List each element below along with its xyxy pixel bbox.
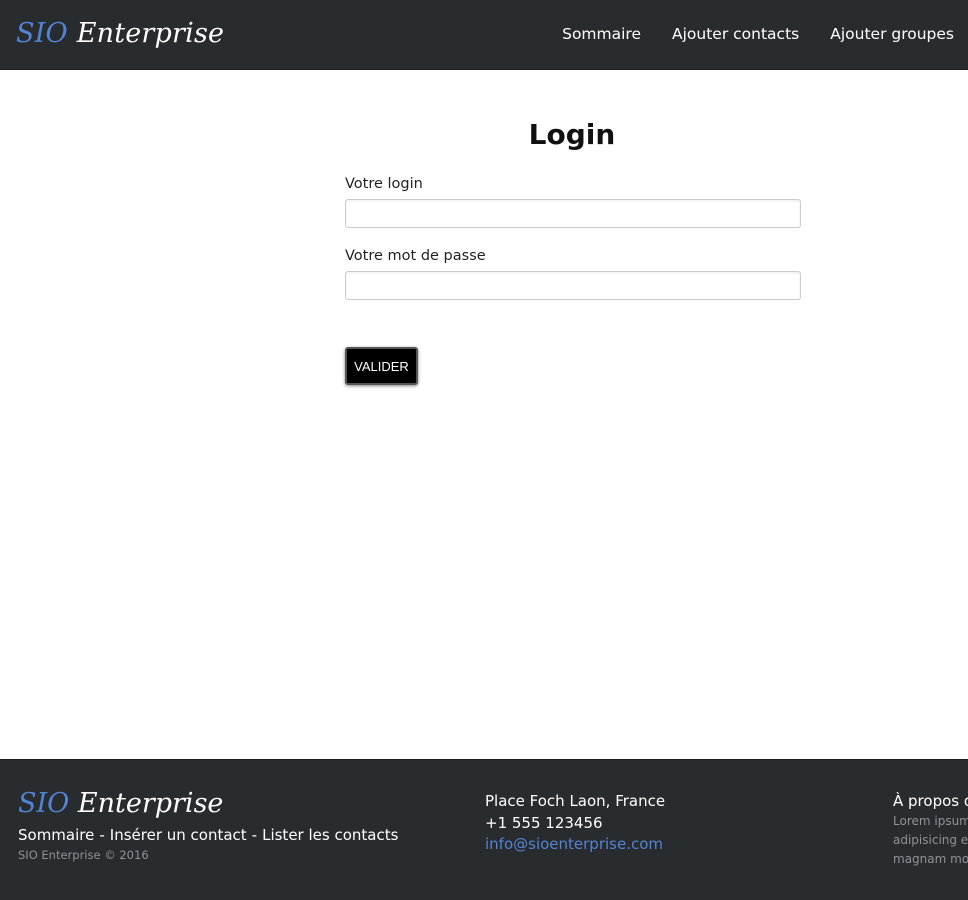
main-nav: Sommaire Ajouter contacts Ajouter groupe… — [562, 25, 954, 43]
contact-email-link[interactable]: info@sioenterprise.com — [485, 834, 665, 856]
brand-accent: SIO — [16, 18, 68, 49]
password-input[interactable] — [345, 271, 801, 300]
login-label: Votre login — [345, 176, 423, 192]
footer-link-sommaire[interactable]: Sommaire — [18, 826, 94, 844]
footer-brand-name: Enterprise — [77, 788, 224, 819]
nav-sommaire[interactable]: Sommaire — [562, 25, 641, 43]
footer-separator: - — [99, 826, 105, 844]
footer-brand-accent: SIO — [18, 788, 70, 819]
page-title: Login — [528, 118, 616, 151]
footer-separator: - — [251, 826, 258, 844]
footer-links: Sommaire - Insérer un contact - Lister l… — [18, 826, 398, 844]
password-label: Votre mot de passe — [345, 248, 486, 264]
about-text-line: Lorem ipsum dolor sit amet, — [893, 814, 968, 828]
about-section: À propos de Lorem ipsum dolor sit amet, … — [893, 791, 968, 869]
contact-phone: +1 555 123456 — [485, 813, 603, 832]
contact-info: Place Foch Laon, France +1 555 123456 in… — [485, 791, 665, 856]
about-title: À propos de — [893, 792, 968, 810]
valider-button[interactable]: Valider — [345, 347, 418, 385]
brand-logo[interactable]: SIO Enterprise — [16, 18, 224, 49]
nav-ajouter-groupes[interactable]: Ajouter groupes — [830, 25, 954, 43]
footer-link-inserer-contact[interactable]: Insérer un contact — [110, 826, 247, 844]
footer-link-lister-contacts[interactable]: Lister les contacts — [262, 826, 398, 844]
footer-brand-logo: SIO Enterprise — [18, 788, 223, 819]
brand-name: Enterprise — [76, 18, 225, 49]
copyright-text: SIO Enterprise © 2016 — [18, 848, 149, 862]
nav-ajouter-contacts[interactable]: Ajouter contacts — [672, 25, 799, 43]
contact-address: Place Foch Laon, France — [485, 792, 666, 810]
site-footer: SIO Enterprise Sommaire - Insérer un con… — [0, 759, 968, 900]
about-text-line: adipisicing elit. — [893, 833, 968, 847]
login-input[interactable] — [345, 199, 801, 228]
top-navbar: SIO Enterprise Sommaire Ajouter contacts… — [0, 0, 968, 70]
about-text-line: magnam molestiae — [893, 852, 968, 866]
